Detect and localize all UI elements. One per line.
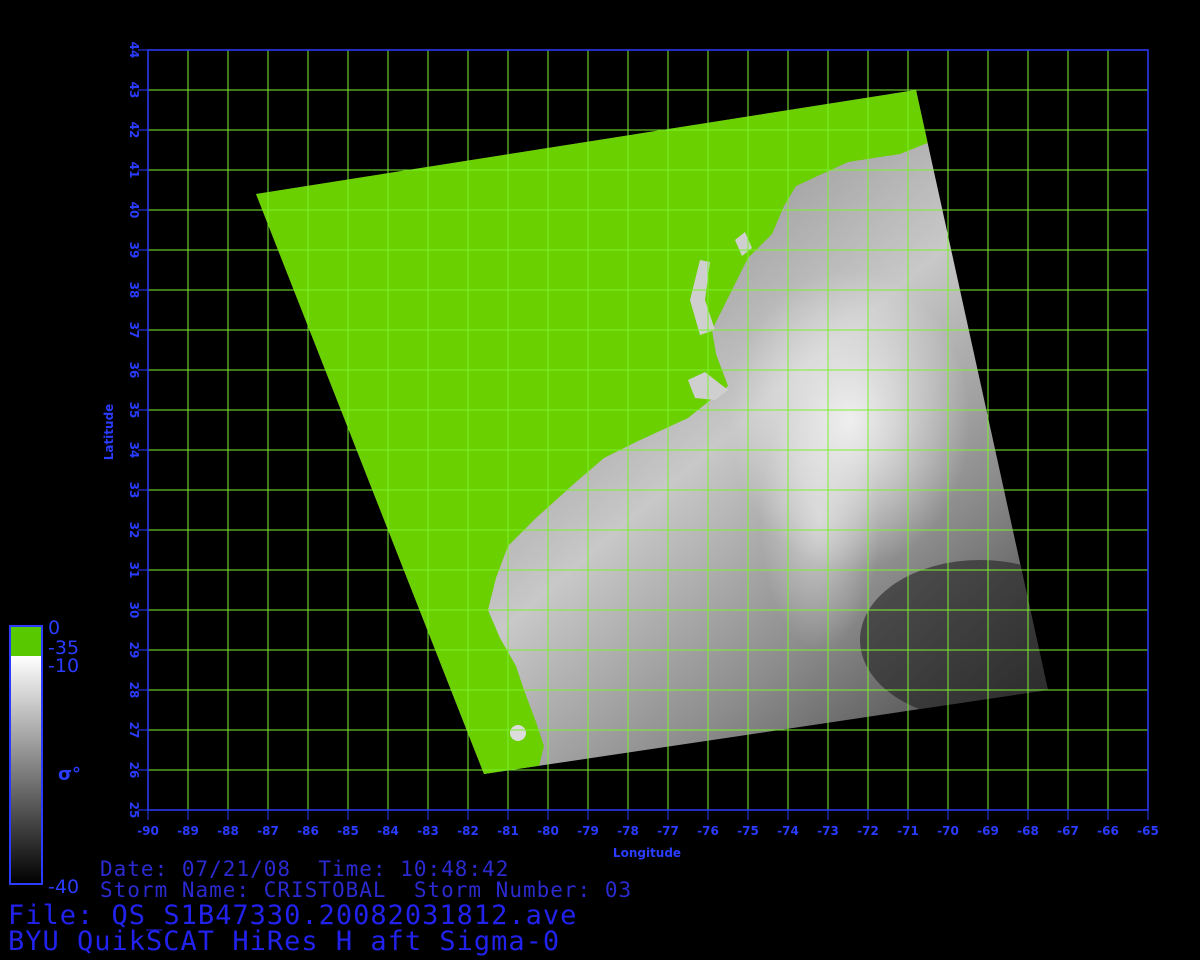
lat-tick-label: 35: [127, 402, 141, 419]
lat-tick-label: 42: [127, 122, 141, 139]
colorbar-upper-value: -10: [48, 655, 79, 677]
storm-name-value: CRISTOBAL: [263, 878, 387, 902]
y-axis-label: Latitude: [102, 404, 116, 461]
lon-tick-label: -87: [257, 824, 279, 838]
storm-band: [760, 390, 880, 650]
lat-tick-label: 26: [127, 762, 141, 779]
lon-tick-label: -81: [497, 824, 519, 838]
lon-tick-label: -86: [297, 824, 319, 838]
quikscat-sigma0-figure: -90 -89 -88 -87 -86 -85 -84 -83 -82 -81 -80 -79 -78 -…: [0, 0, 1200, 960]
lon-tick-label: -89: [177, 824, 199, 838]
lon-tick-label: -80: [537, 824, 559, 838]
lon-tick-label: -75: [737, 824, 759, 838]
storm-name-label: Storm Name:: [100, 878, 251, 902]
lon-tick-label: -85: [337, 824, 359, 838]
lon-tick-label: -90: [137, 824, 159, 838]
lon-tick-label: -77: [657, 824, 679, 838]
lat-tick-label: 30: [127, 602, 141, 619]
lon-tick-label: -88: [217, 824, 239, 838]
lon-tick-label: -65: [1137, 824, 1159, 838]
map-plot: -90 -89 -88 -87 -86 -85 -84 -83 -82 -81 -80 -79 -78 -…: [9, 42, 1159, 898]
lon-tick-label: -82: [457, 824, 479, 838]
lat-tick-label: 40: [127, 202, 141, 219]
lat-tick-label: 29: [127, 642, 141, 659]
colorbar-symbol: σ°: [58, 764, 81, 785]
lat-tick-label: 34: [127, 442, 141, 459]
lat-tick-label: 25: [127, 802, 141, 819]
lon-tick-label: -66: [1097, 824, 1119, 838]
colorbar-gradient: [10, 656, 42, 884]
colorbar-bottom-value: -40: [48, 876, 79, 898]
lat-tick-label: 44: [127, 42, 141, 59]
lon-tick-label: -72: [857, 824, 879, 838]
lon-tick-label: -70: [937, 824, 959, 838]
lat-tick-label: 37: [127, 322, 141, 339]
lat-tick-label: 43: [127, 82, 141, 99]
dark-region: [860, 560, 1048, 720]
lat-tick-label: 39: [127, 242, 141, 259]
lon-tick-label: -67: [1057, 824, 1079, 838]
lon-tick-label: -73: [817, 824, 839, 838]
lon-tick-label: -83: [417, 824, 439, 838]
colorbar: 0 -35 -10 σ° -40: [9, 617, 81, 898]
colorbar-top-value: 0: [48, 617, 60, 639]
lake-okeechobee: [510, 725, 526, 741]
lat-tick-label: 41: [127, 162, 141, 179]
lat-tick-label: 28: [127, 682, 141, 699]
product-title: BYU QuikSCAT HiRes H aft Sigma-0: [8, 926, 561, 957]
satellite-swath: [256, 90, 1048, 774]
lat-tick-label: 33: [127, 482, 141, 499]
lon-tick-label: -78: [617, 824, 639, 838]
colorbar-land-swatch: [10, 626, 42, 656]
lon-tick-label: -69: [977, 824, 999, 838]
lon-tick-label: -68: [1017, 824, 1039, 838]
storm-number-value: 03: [604, 878, 633, 902]
lat-tick-label: 38: [127, 282, 141, 299]
lon-tick-label: -79: [577, 824, 599, 838]
lon-tick-label: -84: [377, 824, 399, 838]
lat-tick-label: 32: [127, 522, 141, 539]
lon-tick-label: -76: [697, 824, 719, 838]
lon-tick-label: -71: [897, 824, 919, 838]
storm-line: Storm Name: CRISTOBAL Storm Number: 03: [100, 878, 632, 902]
lon-tick-label: -74: [777, 824, 799, 838]
lat-tick-label: 36: [127, 362, 141, 379]
x-axis-label: Longitude: [613, 846, 681, 860]
storm-number-label: Storm Number:: [413, 878, 592, 902]
lat-tick-label: 31: [127, 562, 141, 579]
lat-tick-label: 27: [127, 722, 141, 739]
